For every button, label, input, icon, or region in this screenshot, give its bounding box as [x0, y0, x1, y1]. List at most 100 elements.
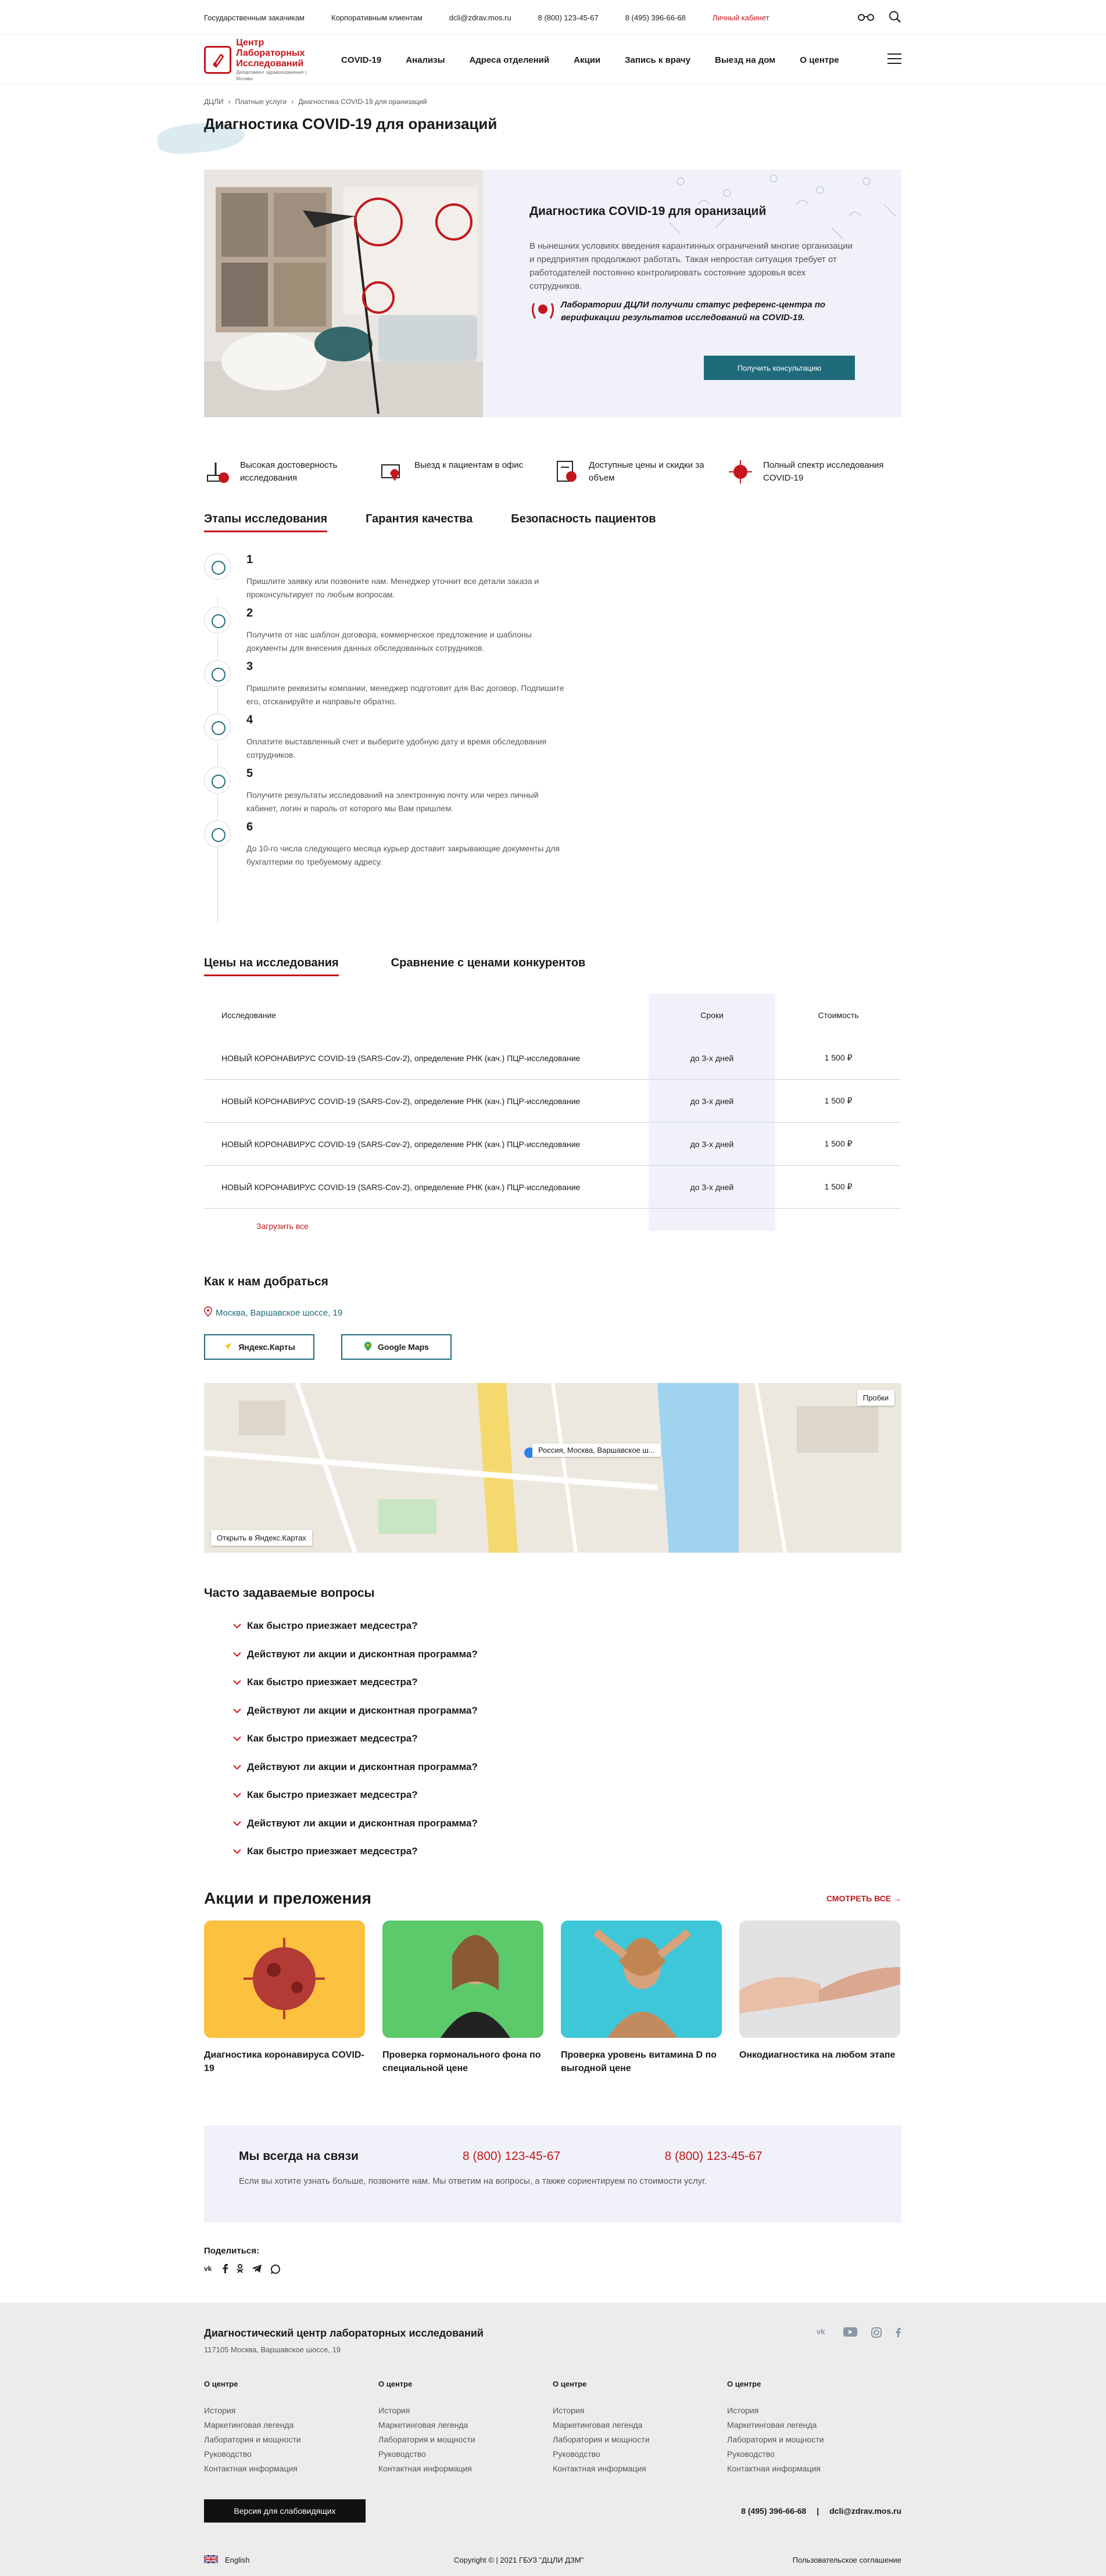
logo-line-1: Центр: [236, 38, 264, 48]
directions-address[interactable]: Москва, Варшавское шоссе, 19: [204, 1306, 901, 1319]
footer-column: О центре История Маркетинговая легенда Л…: [727, 2380, 901, 2476]
footer-link[interactable]: Лаборатория и мощности: [204, 2432, 378, 2447]
contact-phone-2[interactable]: 8 (800) 123-45-67: [665, 2149, 867, 2163]
whatsapp-icon[interactable]: [270, 2264, 281, 2277]
google-maps-label: Google Maps: [378, 1342, 429, 1352]
footer-link[interactable]: Маркетинговая легенда: [378, 2418, 553, 2432]
microscope-icon: [204, 458, 231, 485]
tab-competitors[interactable]: Сравнение с ценами конкурентов: [391, 956, 586, 976]
see-all-link[interactable]: СМОТРЕТЬ ВСЕ →: [826, 1894, 901, 1903]
nav-item-home-visit[interactable]: Выезд на дом: [715, 55, 775, 65]
load-all-link[interactable]: Загрузить все: [204, 1209, 901, 1255]
instagram-icon[interactable]: [871, 2327, 882, 2341]
step-dot-icon: [204, 714, 231, 740]
faq-item[interactable]: Как быстро приезжает медсестра?: [204, 1725, 901, 1753]
traffic-toggle[interactable]: Пробки: [857, 1390, 894, 1406]
footer-link[interactable]: История: [727, 2403, 901, 2418]
faq-question: Как быстро приезжает медсестра?: [247, 1620, 418, 1632]
footer-link[interactable]: Маркетинговая легенда: [553, 2418, 727, 2432]
visually-impaired-button[interactable]: Версия для слабовидящих: [204, 2499, 366, 2523]
contact-phone-1[interactable]: 8 (800) 123-45-67: [463, 2149, 664, 2163]
faq-item[interactable]: Действуют ли акции и дисконтная программ…: [204, 1810, 901, 1838]
faq-item[interactable]: Как быстро приезжает медсестра?: [204, 1837, 901, 1866]
promo-card[interactable]: Проверка гормонального фона по специальн…: [382, 1920, 543, 2090]
nav-item-covid[interactable]: COVID-19: [341, 55, 381, 65]
youtube-icon[interactable]: [843, 2327, 857, 2341]
footer-link[interactable]: Контактная информация: [553, 2462, 727, 2476]
google-maps-button[interactable]: Google Maps: [341, 1334, 452, 1360]
topbar-link-corporate[interactable]: Корпоративным клиентам: [331, 13, 423, 22]
topbar-email[interactable]: dcli@zdrav.mos.ru: [449, 13, 511, 22]
footer-link[interactable]: Маркетинговая легенда: [204, 2418, 378, 2432]
footer-link[interactable]: Контактная информация: [378, 2462, 553, 2476]
footer-link[interactable]: Руководство: [378, 2447, 553, 2462]
table-row[interactable]: НОВЫЙ КОРОНАВИРУС COVID-19 (SARS-Cov-2),…: [204, 1037, 901, 1080]
faq-item[interactable]: Как быстро приезжает медсестра?: [204, 1668, 901, 1697]
chevron-down-icon: [233, 1676, 241, 1688]
promo-image: [739, 1920, 900, 2038]
topbar-link-government[interactable]: Государственным закачикам: [204, 13, 305, 22]
yandex-maps-button[interactable]: Яндекс.Карты: [204, 1334, 314, 1360]
tab-quality[interactable]: Гарантия качества: [366, 513, 473, 532]
faq-item[interactable]: Действуют ли акции и дисконтная программ…: [204, 1753, 901, 1782]
tab-prices[interactable]: Цены на исследования: [204, 956, 339, 976]
faq-question: Как быстро приезжает медсестра?: [247, 1676, 418, 1688]
nav-item-promos[interactable]: Акции: [574, 55, 600, 65]
map-address-label[interactable]: Россия, Москва, Варшавское ш...: [532, 1443, 661, 1457]
nav-item-about[interactable]: О центре: [800, 55, 839, 65]
table-row[interactable]: НОВЫЙ КОРОНАВИРУС COVID-19 (SARS-Cov-2),…: [204, 1080, 901, 1123]
topbar-phone-1[interactable]: 8 (800) 123-45-67: [538, 13, 599, 22]
faq-title: Часто задаваемые вопросы: [204, 1586, 375, 1600]
search-icon[interactable]: [889, 10, 901, 25]
footer-link[interactable]: Лаборатория и мощности: [727, 2432, 901, 2447]
footer-link[interactable]: Руководство: [727, 2447, 901, 2462]
location-map[interactable]: Россия, Москва, Варшавское ш... Открыть …: [204, 1383, 901, 1553]
tab-safety[interactable]: Безопасность пациентов: [511, 513, 656, 532]
breadcrumb-item-paid[interactable]: Платные услуги: [235, 98, 287, 106]
step-number: 3: [246, 660, 253, 673]
topbar-phone-2[interactable]: 8 (495) 396-66-68: [625, 13, 686, 22]
promo-card[interactable]: Проверка уровень витамина D по выгодной …: [561, 1920, 722, 2090]
footer-link[interactable]: История: [204, 2403, 378, 2418]
promo-card[interactable]: Диагностика коронавируса COVID-19: [204, 1920, 365, 2090]
user-agreement-link[interactable]: Пользовательское соглашение: [793, 2556, 901, 2564]
open-in-yandex-button[interactable]: Открыть в Яндекс.Картах: [211, 1530, 312, 1546]
personal-cabinet-link[interactable]: Личный кабинет: [713, 13, 769, 22]
table-row[interactable]: НОВЫЙ КОРОНАВИРУС COVID-19 (SARS-Cov-2),…: [204, 1166, 901, 1209]
virus-icon: [727, 458, 754, 485]
footer-phone[interactable]: 8 (495) 396-66-68: [741, 2506, 806, 2516]
footer-link[interactable]: Руководство: [204, 2447, 378, 2462]
footer-link[interactable]: История: [553, 2403, 727, 2418]
table-row[interactable]: НОВЫЙ КОРОНАВИРУС COVID-19 (SARS-Cov-2),…: [204, 1123, 901, 1166]
nav-item-tests[interactable]: Анализы: [406, 55, 445, 65]
footer-link[interactable]: Контактная информация: [727, 2462, 901, 2476]
facebook-icon[interactable]: [223, 2263, 228, 2277]
telegram-icon[interactable]: [252, 2264, 262, 2277]
get-consultation-button[interactable]: Получить консультацию: [704, 356, 855, 380]
faq-item[interactable]: Как быстро приезжает медсестра?: [204, 1612, 901, 1640]
footer-email[interactable]: dcli@zdrav.mos.ru: [829, 2506, 901, 2516]
logo[interactable]: Центр Лабораторных Исследований Департам…: [204, 38, 324, 82]
nav-item-addresses[interactable]: Адреса отделений: [469, 55, 549, 65]
footer-link[interactable]: История: [378, 2403, 553, 2418]
faq-item[interactable]: Действуют ли акции и дисконтная программ…: [204, 1697, 901, 1725]
glasses-icon[interactable]: [857, 13, 875, 23]
menu-icon[interactable]: [887, 53, 901, 67]
tab-stages[interactable]: Этапы исследования: [204, 513, 328, 532]
breadcrumb-item-home[interactable]: ДЦЛИ: [204, 98, 224, 106]
language-switch[interactable]: English: [203, 2554, 454, 2565]
footer-link[interactable]: Маркетинговая легенда: [727, 2418, 901, 2432]
vk-icon[interactable]: vk: [204, 2264, 214, 2277]
vk-icon[interactable]: vk: [817, 2327, 829, 2341]
faq-item[interactable]: Как быстро приезжает медсестра?: [204, 1781, 901, 1810]
footer-link[interactable]: Лаборатория и мощности: [378, 2432, 553, 2447]
promos-list: Диагностика коронавируса COVID-19 Провер…: [204, 1920, 901, 2090]
footer-link[interactable]: Лаборатория и мощности: [553, 2432, 727, 2447]
odnoklassniki-icon[interactable]: [237, 2263, 244, 2277]
nav-item-appointment[interactable]: Запись к врачу: [625, 55, 690, 65]
footer-link[interactable]: Контактная информация: [204, 2462, 378, 2476]
footer-link[interactable]: Руководство: [553, 2447, 727, 2462]
faq-item[interactable]: Действуют ли акции и дисконтная программ…: [204, 1640, 901, 1669]
promo-card[interactable]: Онкодиагностика на любом этапе: [739, 1920, 900, 2090]
facebook-icon[interactable]: [896, 2327, 901, 2341]
